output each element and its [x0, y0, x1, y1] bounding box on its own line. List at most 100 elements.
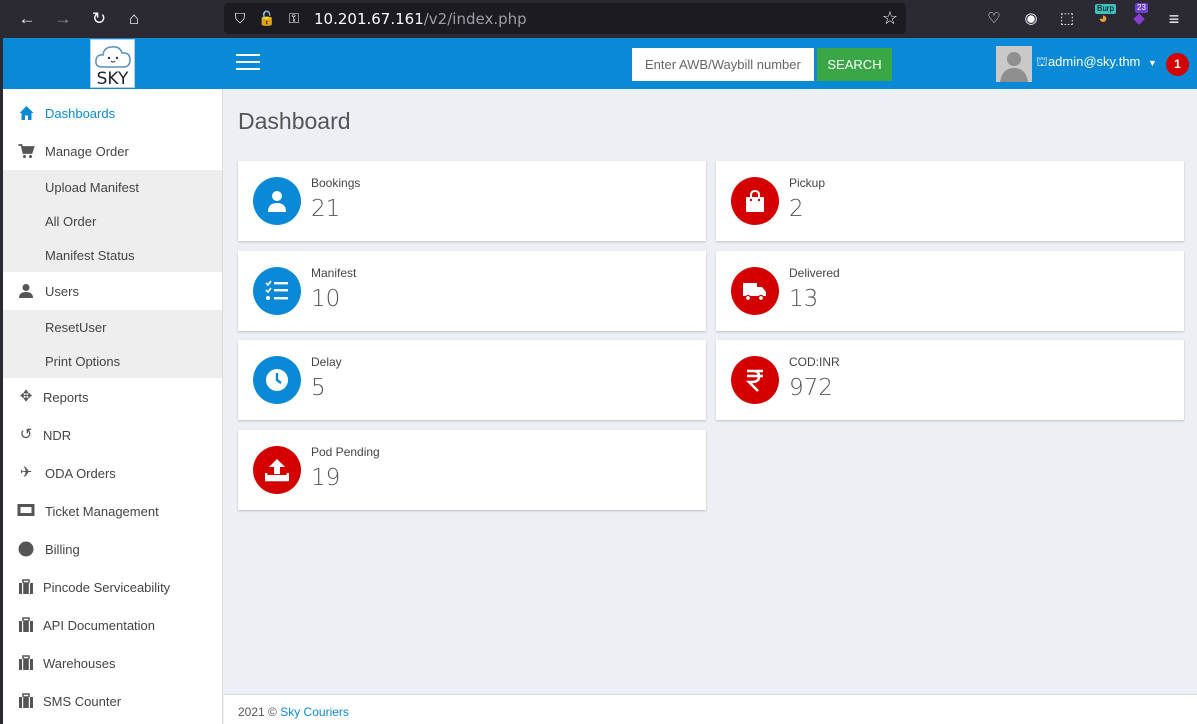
logo-text: SKY — [96, 69, 129, 89]
sidebar-item-label: ODA Orders — [45, 466, 116, 481]
sidebar-item-dashboards[interactable]: Dashboards — [3, 94, 222, 132]
clock-icon — [253, 356, 301, 404]
sidebar-item-ticket-management[interactable]: Ticket Management — [3, 492, 222, 530]
card-label: Bookings — [311, 176, 361, 190]
sidebar-item-label: All Order — [45, 214, 97, 229]
sidebar-subitem-print-options[interactable]: Print Options — [3, 344, 222, 378]
suitcase-icon — [17, 655, 35, 671]
sidebar-item-oda-orders[interactable]: ✈ ODA Orders — [3, 454, 222, 492]
url-bar[interactable]: ⛉ 🔓 ⚿ 10.201.67.161/v2/index.php ☆ — [224, 3, 906, 34]
card-label: COD:INR — [789, 355, 840, 369]
user-menu[interactable]: ⛫admin@sky.thm ▼ — [1036, 54, 1157, 72]
shield-icon[interactable]: ⛉ — [231, 9, 249, 27]
key-icon[interactable]: ⚿ — [285, 9, 303, 27]
awb-search-input[interactable] — [632, 48, 814, 81]
user-lock-icon: ⛫ — [1036, 54, 1048, 69]
suitcase-icon — [17, 579, 35, 595]
user-silhouette-icon — [1000, 52, 1028, 82]
sidebar-subitem-manifest-status[interactable]: Manifest Status — [3, 238, 222, 272]
upload-icon — [253, 446, 301, 494]
sidebar: Dashboards Manage Order Upload Manifest … — [3, 89, 223, 724]
caret-down-icon: ▼ — [1148, 58, 1157, 68]
sidebar-item-label: NDR — [43, 428, 72, 443]
menu-icon[interactable]: ≡ — [1163, 8, 1185, 30]
suitcase-icon — [17, 693, 35, 709]
card-label: Delivered — [789, 266, 840, 280]
plane-icon: ✈ — [19, 464, 33, 481]
card-value: 19 — [311, 465, 341, 491]
page-title: Dashboard — [238, 108, 351, 134]
sidebar-subitem-all-order[interactable]: All Order — [3, 204, 222, 238]
card-value: 21 — [311, 196, 341, 222]
sidebar-item-label: Warehouses — [43, 656, 116, 671]
stat-card-delay[interactable]: Delay 5 — [238, 340, 706, 420]
bookmark-star-icon[interactable]: ☆ — [882, 8, 898, 29]
sidebar-toggle-icon[interactable] — [236, 54, 260, 72]
stat-card-pod-pending[interactable]: Pod Pending 19 — [238, 430, 706, 510]
rupee-icon — [731, 356, 779, 404]
sidebar-item-label: Upload Manifest — [45, 180, 139, 195]
reload-icon[interactable]: ↻ — [87, 7, 111, 31]
home-icon[interactable]: ⌂ — [122, 7, 146, 31]
card-value: 10 — [311, 286, 341, 312]
notification-badge[interactable]: 1 — [1166, 53, 1189, 76]
sidebar-item-label: Manage Order — [45, 144, 129, 159]
card-value: 972 — [789, 375, 833, 401]
undo-icon: ↺ — [19, 426, 33, 443]
forward-icon[interactable]: → — [51, 7, 75, 31]
stat-card-bookings[interactable]: Bookings 21 — [238, 161, 706, 241]
user-email: admin@sky.thm — [1047, 54, 1141, 69]
footer-company-link[interactable]: Sky Couriers — [280, 705, 349, 719]
stat-card-pickup[interactable]: Pickup 2 — [716, 161, 1184, 241]
sidebar-item-manage-order[interactable]: Manage Order — [3, 132, 222, 170]
sidebar-item-label: API Documentation — [43, 618, 156, 633]
account-icon[interactable]: ◉ — [1020, 8, 1042, 30]
card-label: Pickup — [789, 176, 826, 190]
search-button[interactable]: SEARCH — [817, 48, 892, 81]
extensions-icon[interactable]: ⬚ — [1056, 8, 1078, 30]
burp-extension-icon[interactable]: ◕ Burp — [1092, 4, 1116, 30]
ticket-icon — [17, 503, 35, 519]
stat-card-manifest[interactable]: Manifest 10 — [238, 251, 706, 331]
shopping-bag-icon — [731, 177, 779, 225]
sidebar-item-label: SMS Counter — [43, 694, 122, 709]
sidebar-item-label: Reports — [43, 390, 89, 405]
sidebar-item-label: Manifest Status — [45, 248, 135, 263]
sidebar-item-reports[interactable]: ✥ Reports — [3, 378, 222, 416]
sidebar-item-billing[interactable]: Billing — [3, 530, 222, 568]
cart-icon — [17, 143, 35, 159]
stat-card-cod-inr[interactable]: COD:INR 972 — [716, 340, 1184, 420]
pinwheel-icon: ✥ — [19, 388, 33, 405]
sidebar-item-label: ResetUser — [45, 320, 107, 335]
url-text[interactable]: 10.201.67.161/v2/index.php — [314, 10, 527, 28]
sidebar-item-ndr[interactable]: ↺ NDR — [3, 416, 222, 454]
browser-toolbar: ← → ↻ ⌂ ⛉ 🔓 ⚿ 10.201.67.161/v2/index.php… — [0, 0, 1197, 38]
sidebar-item-label: Dashboards — [45, 106, 116, 121]
sidebar-subitem-upload-manifest[interactable]: Upload Manifest — [3, 170, 222, 204]
stat-card-delivered[interactable]: Delivered 13 — [716, 251, 1184, 331]
checklist-icon — [253, 267, 301, 315]
home-icon — [17, 105, 35, 121]
sidebar-item-api-documentation[interactable]: API Documentation — [3, 606, 222, 644]
card-label: Delay — [311, 355, 342, 369]
sidebar-item-label: Pincode Serviceability — [43, 580, 171, 595]
sidebar-item-label: Users — [45, 284, 79, 299]
insecure-lock-icon[interactable]: 🔓 — [258, 9, 276, 27]
avatar[interactable] — [996, 46, 1032, 82]
footer: 2021 © Sky Couriers — [224, 694, 1197, 724]
user-icon — [17, 283, 35, 299]
sidebar-item-users[interactable]: Users — [3, 272, 222, 310]
sidebar-subitem-resetuser[interactable]: ResetUser — [3, 310, 222, 344]
footer-copyright: 2021 © — [238, 705, 277, 719]
sidebar-item-label: Ticket Management — [45, 504, 159, 519]
sidebar-item-pincode-serviceability[interactable]: Pincode Serviceability — [3, 568, 222, 606]
sidebar-item-warehouses[interactable]: Warehouses — [3, 644, 222, 682]
extension-badge-icon[interactable]: ◆ 23 — [1128, 3, 1150, 30]
sidebar-item-sms-counter[interactable]: SMS Counter — [3, 682, 222, 720]
pocket-icon[interactable]: ♡ — [983, 8, 1005, 30]
logo[interactable]: SKY — [90, 39, 135, 89]
card-value: 5 — [311, 375, 326, 401]
app: SKY SEARCH ⛫admin@sky.thm ▼ 1 Dashboards — [3, 38, 1197, 724]
user-icon — [253, 177, 301, 225]
back-icon[interactable]: ← — [15, 7, 39, 31]
